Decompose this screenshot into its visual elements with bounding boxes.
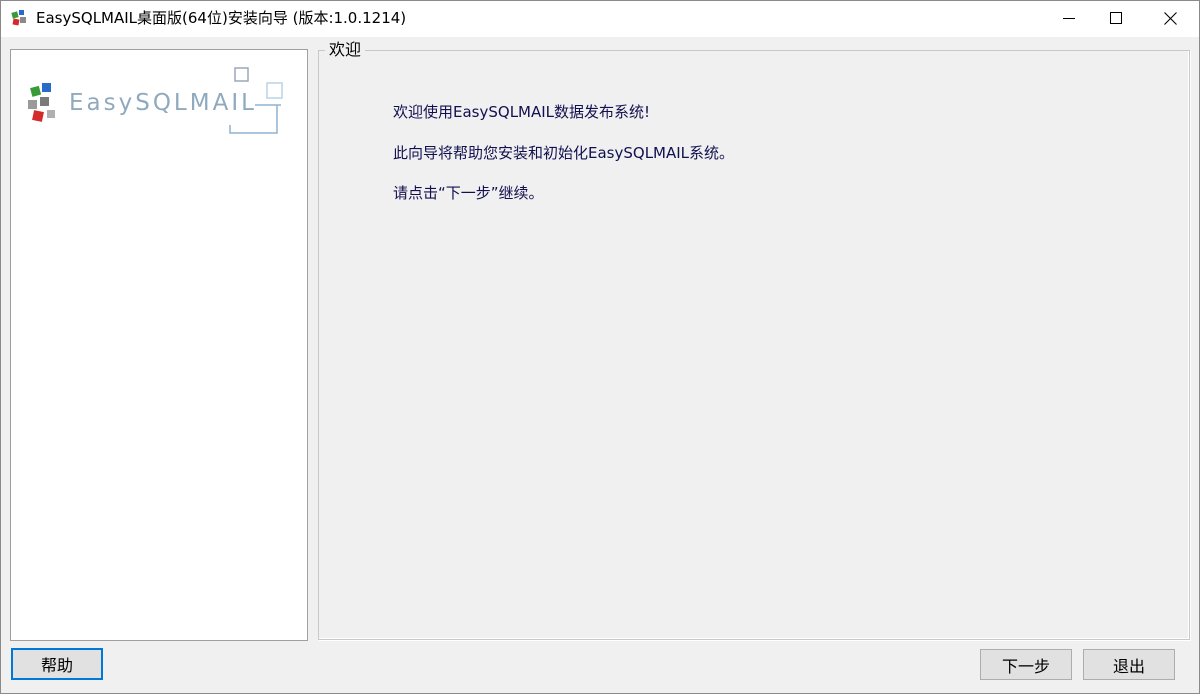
minimize-button[interactable]: [1046, 0, 1092, 36]
title-bar[interactable]: EasySQLMAIL桌面版(64位)安装向导 (版本:1.0.1214): [0, 0, 1200, 37]
welcome-groupbox: [318, 50, 1190, 640]
app-icon: [11, 10, 26, 26]
easysqlmail-logo: EasySQLMAIL: [28, 67, 283, 134]
groupbox-title: 欢迎: [325, 40, 366, 60]
welcome-line-2: 此向导将帮助您安装和初始化EasySQLMAIL系统。: [393, 144, 735, 162]
minimize-icon: [1063, 18, 1075, 19]
window-title: EasySQLMAIL桌面版(64位)安装向导 (版本:1.0.1214): [36, 9, 407, 27]
welcome-line-1: 欢迎使用EasySQLMAIL数据发布系统!: [393, 103, 651, 121]
welcome-line-3: 请点击“下一步”继续。: [393, 184, 544, 202]
logo-text: EasySQLMAIL: [69, 90, 257, 116]
side-image-panel: EasySQLMAIL: [10, 49, 308, 641]
maximize-button[interactable]: [1093, 0, 1139, 36]
next-button[interactable]: 下一步: [980, 649, 1072, 680]
help-button[interactable]: 帮助: [11, 648, 103, 680]
maximize-icon: [1110, 12, 1122, 24]
close-button[interactable]: [1147, 0, 1193, 36]
close-icon: [1163, 11, 1177, 25]
exit-button[interactable]: 退出: [1083, 649, 1175, 680]
